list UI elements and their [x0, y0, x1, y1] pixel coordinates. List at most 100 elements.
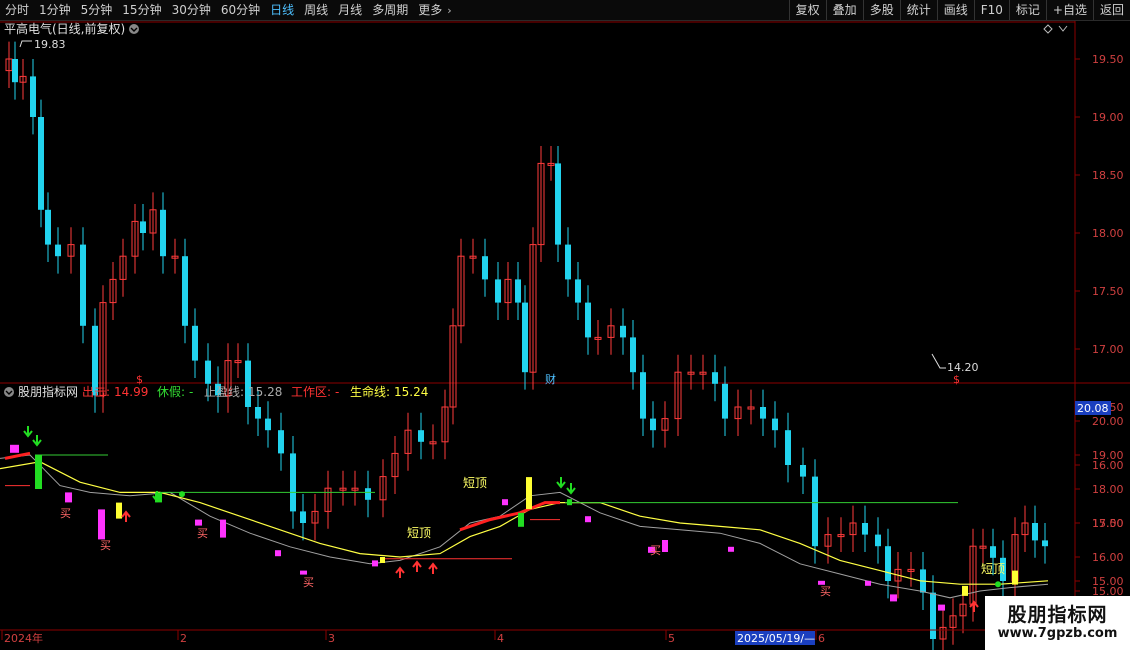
tab-period-10[interactable]: 更多 [413, 0, 447, 20]
tab-period-5[interactable]: 60分钟 [216, 0, 265, 20]
signal-bar [35, 455, 42, 489]
low-label: 14.20 [947, 361, 979, 374]
buy-label: 买 [60, 507, 71, 520]
signal-bar [962, 585, 968, 596]
signal-bar [380, 557, 385, 563]
tab-period-3[interactable]: 15分钟 [117, 0, 166, 20]
chart-area: 平高电气(日线,前复权) 19.83 14.20 $ 财 $ 19.5019.0… [0, 21, 1130, 650]
signal-block [372, 560, 378, 567]
candle-body-down [990, 546, 996, 558]
action-button-3[interactable]: 统计 [899, 0, 937, 20]
buy-label: 买 [303, 576, 314, 589]
signal-bar [567, 499, 572, 506]
date-tick: 2 [180, 632, 187, 645]
indicator-param-value: 15.24 [394, 385, 428, 399]
signal-dot [995, 581, 1001, 588]
indicator-dropdown-icon[interactable] [4, 387, 14, 397]
action-button-2[interactable]: 多股 [862, 0, 900, 20]
buy-label: 买 [100, 539, 111, 552]
signal-block [195, 519, 202, 526]
stock-title: 平高电气(日线,前复权) [4, 21, 125, 36]
candle-body-down [515, 279, 521, 303]
indicator-y-tick: 16.00 [1092, 551, 1124, 564]
candle-body-down [255, 407, 261, 419]
title-dropdown-icon[interactable] [129, 24, 139, 34]
arrow-down-icon [32, 435, 42, 447]
tab-period-6[interactable]: 日线 [265, 0, 299, 20]
candle-body-down [80, 244, 86, 326]
candle-body-down [885, 546, 891, 581]
candle-body-down [565, 244, 571, 280]
main-y-tick: 18.00 [1092, 227, 1124, 240]
action-button-6[interactable]: 标记 [1008, 0, 1046, 20]
indicator-param-label: 止盈线: [204, 385, 244, 399]
candle-body-down [160, 209, 166, 257]
signal-block [890, 594, 897, 602]
work-zone-line [459, 501, 560, 532]
action-button-5[interactable]: F10 [973, 0, 1009, 20]
tab-period-7[interactable]: 周线 [299, 0, 333, 20]
signal-block [300, 570, 307, 575]
candle-body-down [482, 256, 488, 280]
candle-body-down [30, 76, 36, 117]
toolbar: 分时 1分钟 5分钟 15分钟 30分钟 60分钟 日线 周线 月线 多周期 更多 › 复权 叠加 多股统… [0, 0, 1130, 21]
short-top-label: 短顶 [981, 562, 1005, 576]
tab-period-1[interactable]: 1分钟 [34, 0, 76, 20]
candle-body-down [585, 302, 591, 338]
indicator-y-tick: 20.00 [1092, 415, 1124, 428]
candle-body-down [495, 279, 501, 303]
signal-bar [116, 502, 122, 519]
candle-body-down [265, 418, 271, 431]
action-button-8[interactable]: 返回 [1092, 0, 1130, 20]
candle-body-down [620, 325, 626, 338]
finance-marker: 财 [545, 372, 556, 386]
diamond-icon[interactable] [1043, 24, 1053, 34]
candle-body-down [930, 592, 936, 639]
indicator-param-label: 出击: [82, 385, 110, 399]
action-button-4[interactable]: 画线 [936, 0, 974, 20]
action-button-1[interactable]: 叠加 [825, 0, 863, 20]
signal-bar [526, 477, 532, 510]
candle-body-down [278, 430, 284, 454]
candle-body-down [140, 221, 146, 233]
indicator-y-axis: 20.0019.0018.0017.0016.0015.00 [1075, 415, 1124, 598]
tab-period-8[interactable]: 月线 [333, 0, 367, 20]
buy-label: 买 [820, 585, 831, 598]
signal-block [662, 540, 668, 552]
action-button-7[interactable]: +自选 [1045, 0, 1093, 20]
watermark-title: 股朋指标网 [1007, 604, 1108, 626]
indicator-current-value: 20.08 [1077, 402, 1109, 415]
signal-block [865, 580, 871, 586]
tab-period-4[interactable]: 30分钟 [167, 0, 216, 20]
arrow-up-icon [428, 562, 438, 574]
arrow-up-icon [121, 510, 131, 522]
candle-body-down [192, 325, 198, 361]
candle-body-down [1032, 523, 1038, 541]
date-tick: 3 [328, 632, 335, 645]
action-button-0[interactable]: 复权 [788, 0, 826, 20]
chevron-right-icon[interactable]: › [447, 4, 451, 17]
indicator-y-tick: 19.00 [1092, 449, 1124, 462]
signal-bar [518, 512, 524, 527]
candle-body-down [365, 488, 371, 500]
low-pointer-icon [931, 353, 946, 369]
signal-block [275, 550, 281, 557]
chevron-down-icon[interactable] [1058, 25, 1068, 32]
main-y-tick: 17.50 [1092, 285, 1124, 298]
candle-body-down [12, 59, 18, 83]
watermark-url: www.7gpzb.com [997, 626, 1118, 641]
candle-body-down [875, 534, 881, 547]
tab-period-9[interactable]: 多周期 [367, 0, 413, 20]
signal-block [728, 546, 734, 552]
main-y-tick: 17.00 [1092, 343, 1124, 356]
signal-block [65, 492, 72, 503]
tab-period-0[interactable]: 分时 [0, 0, 34, 20]
date-tick: 5 [668, 632, 675, 645]
indicator-param-value: - [335, 385, 339, 399]
signal-block [220, 519, 226, 538]
candle-body-down [812, 476, 818, 547]
tab-period-2[interactable]: 5分钟 [76, 0, 118, 20]
candlestick-series [5, 41, 1048, 650]
buy-label: 买 [650, 544, 661, 557]
indicator-param-value: 14.99 [114, 385, 148, 399]
